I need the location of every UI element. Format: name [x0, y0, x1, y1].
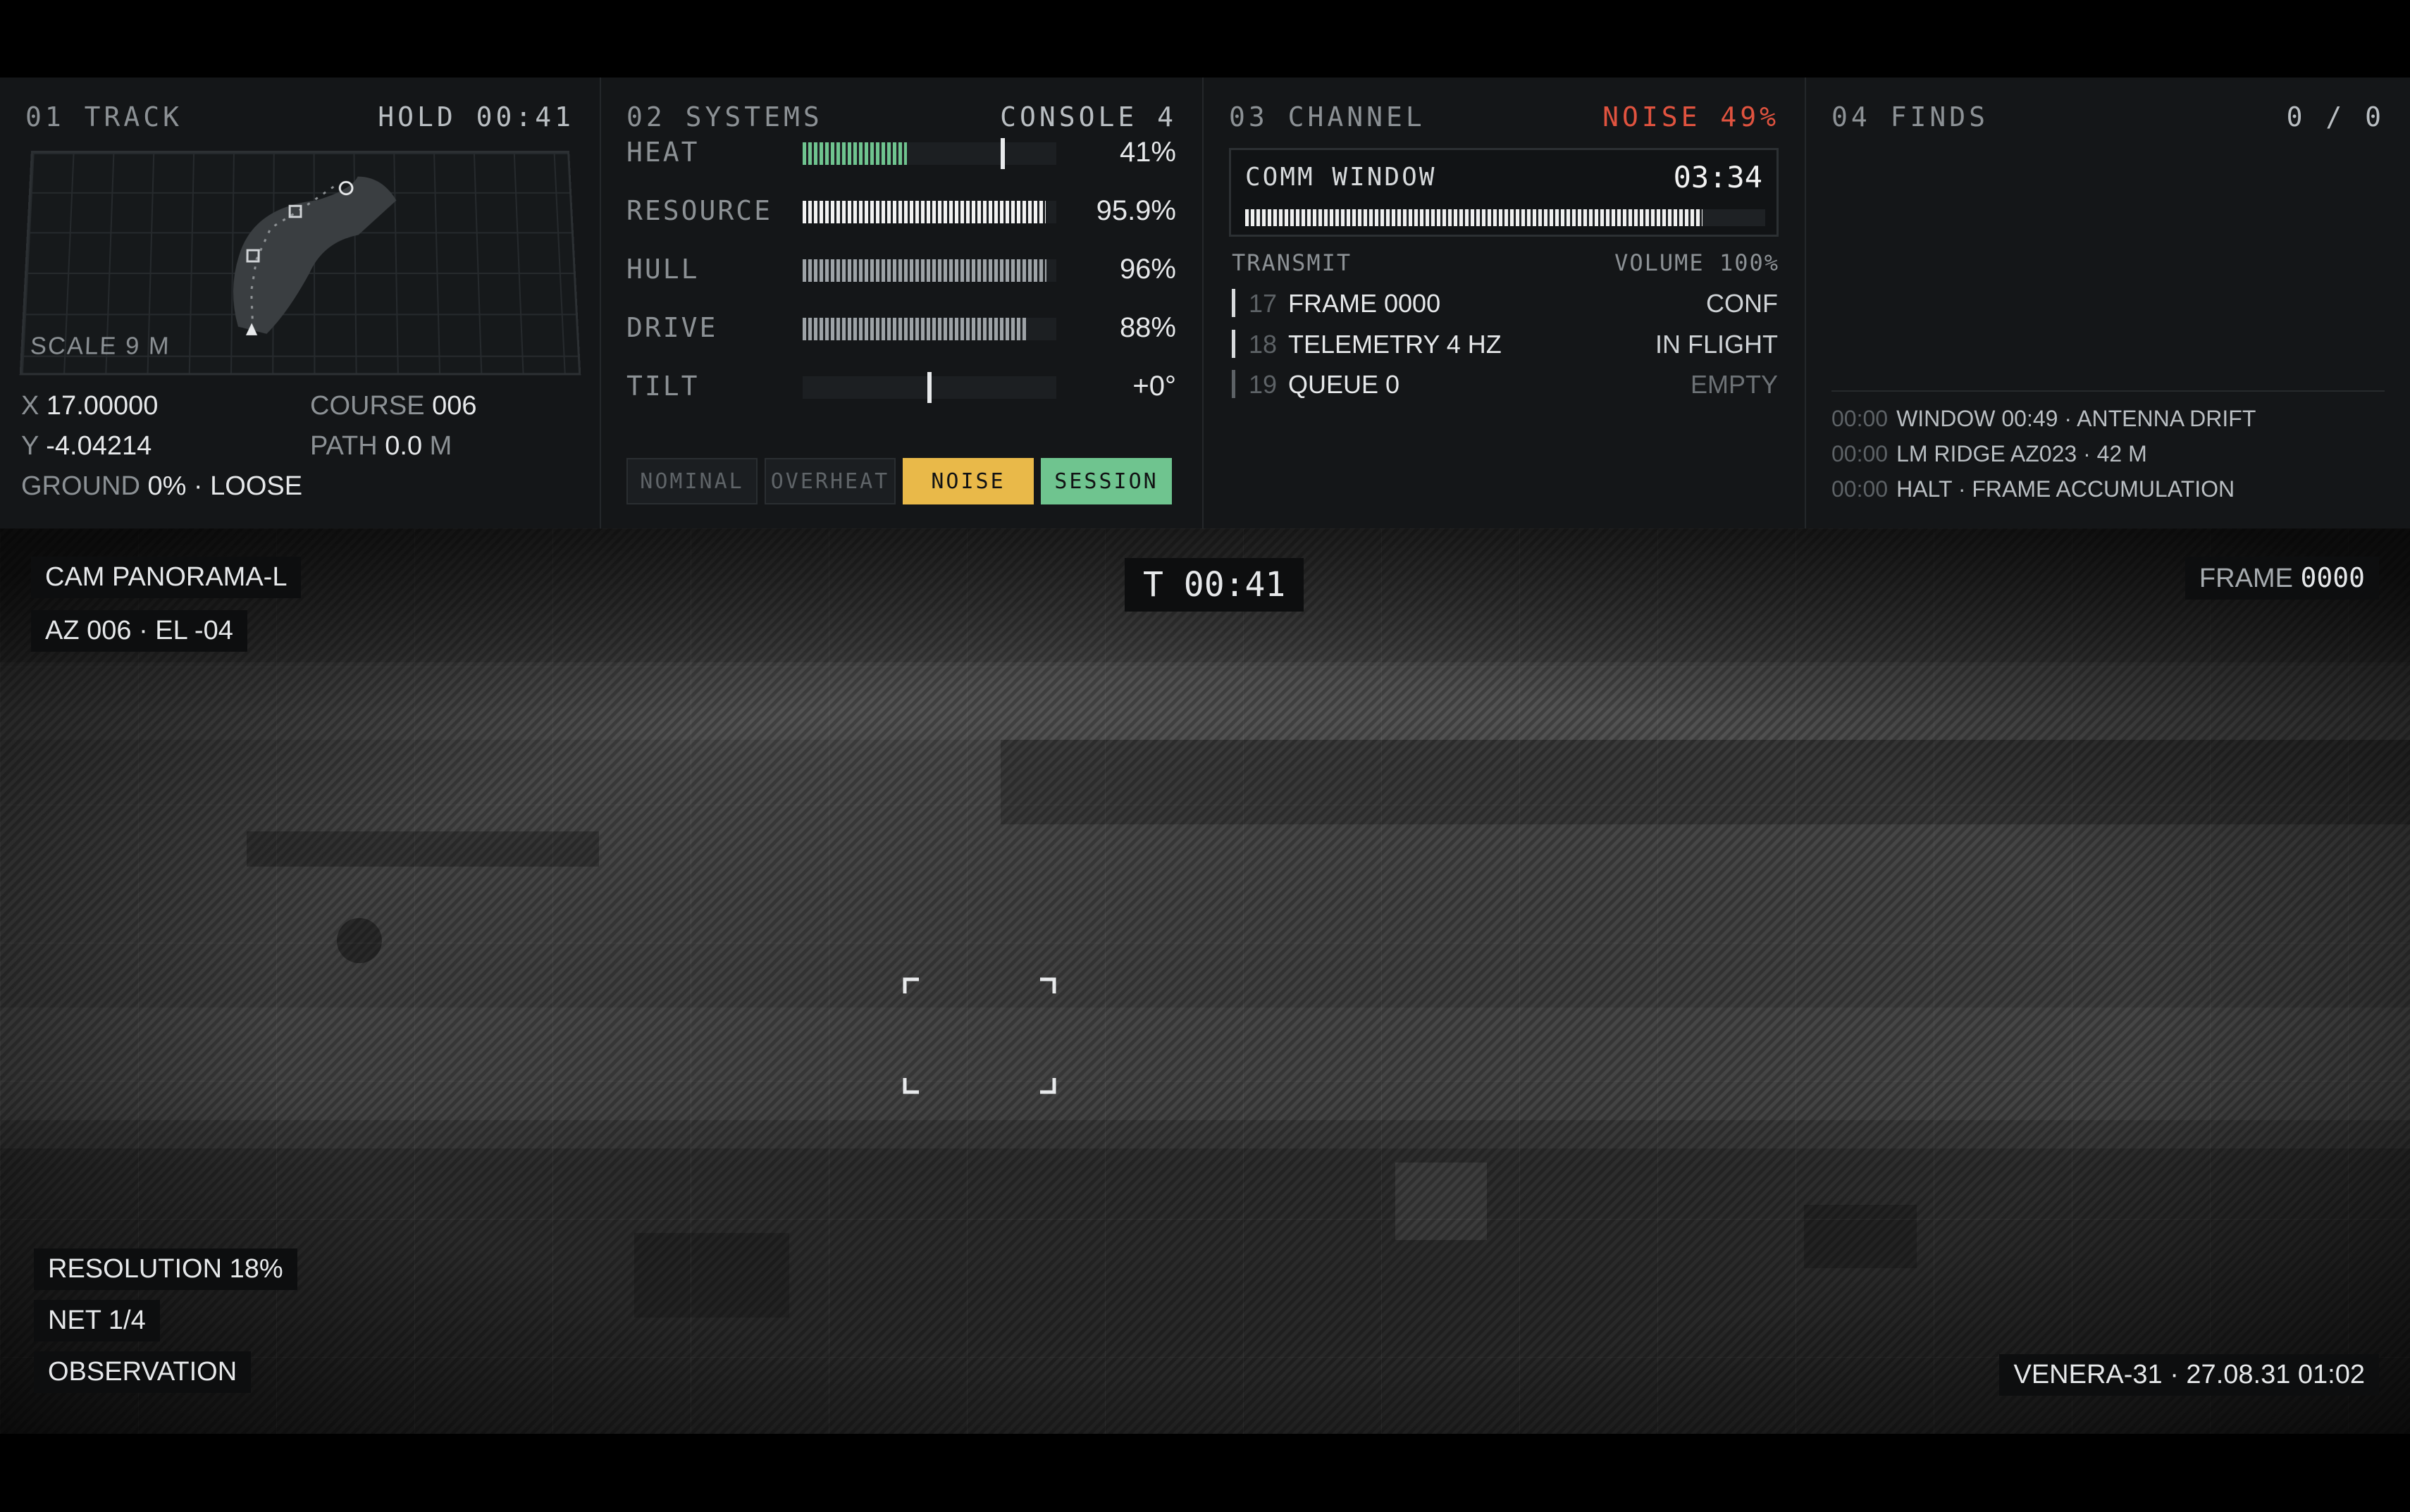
gauge-hull: HULL 96% — [626, 251, 1176, 286]
queue-status: IN FLIGHT — [1655, 330, 1778, 359]
camera-view[interactable]: CAM PANORAMA-L AZ 006 · EL -04 T 00:41 F… — [0, 528, 2410, 1434]
gauge-fill — [803, 142, 907, 165]
gauge-fill — [803, 201, 1046, 223]
terrain-patch — [233, 176, 399, 334]
systems-panel: 02 SYSTEMS CONSOLE 4 HEAT 41% RESOURCE 95.9… — [601, 78, 1204, 528]
gauge-label: HULL — [626, 254, 700, 285]
queue-name: QUEUE 0 — [1288, 370, 1400, 399]
mode-button-nominal[interactable]: NOMINAL — [626, 458, 758, 504]
gauge-fill — [803, 259, 1046, 282]
comm-window-bar — [1245, 209, 1765, 226]
log-text: LM RIDGE AZ023 · 42 M — [1896, 441, 2147, 466]
gauge-bar — [803, 372, 1056, 403]
gauge-value: +0° — [1132, 371, 1176, 402]
gauge-label: DRIVE — [626, 312, 718, 343]
gauge-bar — [803, 138, 1056, 169]
comm-window-label: COMM WINDOW — [1245, 163, 1437, 192]
net-readout: NET 1/4 — [34, 1300, 160, 1341]
track-map[interactable]: SCALE 9 M — [19, 151, 581, 376]
queue-number: 19 — [1249, 370, 1278, 399]
channel-title: 03 CHANNEL — [1229, 101, 1426, 132]
queue-number: 18 — [1249, 330, 1278, 359]
gauge-label: TILT — [626, 371, 700, 402]
frame-counter: FRAME 0000 — [2185, 557, 2379, 600]
queue-number: 17 — [1249, 289, 1278, 318]
bottom-letterbox — [0, 1434, 2410, 1512]
map-scale: SCALE 9 M — [30, 332, 171, 360]
mode-button-session[interactable]: SESSION — [1041, 458, 1172, 504]
finds-divider — [1831, 390, 2385, 392]
queue-marker — [1232, 289, 1235, 317]
finds-panel: 04 FINDS 0 / 0 00:00 WINDOW 00:49 · ANTEN… — [1806, 78, 2410, 528]
log-time: 00:00 — [1831, 476, 1889, 502]
gauge-label: HEAT — [626, 137, 700, 168]
comm-window-fill — [1245, 209, 1703, 226]
console-label: CONSOLE 4 — [1000, 101, 1177, 132]
gauge-resource: RESOURCE 95.9% — [626, 192, 1176, 228]
transmit-label: TRANSMIT — [1232, 249, 1352, 276]
volume-label: VOLUME 100% — [1614, 249, 1779, 276]
queue-item[interactable]: 19 QUEUE 0 EMPTY — [1232, 367, 1778, 404]
hud-panel: 01 TRACK HOLD 00:41 SCALE 9 M X 17.00000… — [0, 78, 2410, 528]
queue-item[interactable]: 18 TELEMETRY 4 HZ IN FLIGHT — [1232, 327, 1778, 364]
queue-name: TELEMETRY 4 HZ — [1288, 330, 1502, 359]
camera-name: CAM PANORAMA-L — [31, 557, 302, 598]
finds-title: 04 FINDS — [1831, 101, 1989, 132]
camera-az-el: AZ 006 · EL -04 — [31, 610, 247, 652]
course-readout: COURSE 006 — [310, 391, 477, 421]
gauge-bar — [803, 318, 1056, 340]
ground-readout: GROUND 0% · LOOSE — [21, 471, 303, 501]
log-text: WINDOW 00:49 · ANTENNA DRIFT — [1896, 406, 2256, 431]
finds-count: 0 / 0 — [2286, 101, 2385, 132]
log-time: 00:00 — [1831, 406, 1889, 431]
queue-status: EMPTY — [1690, 370, 1778, 399]
log-entry: 00:00 LM RIDGE AZ023 · 42 M — [1831, 441, 2147, 467]
gauge-value: 41% — [1119, 137, 1176, 168]
track-title: 01 TRACK — [25, 101, 183, 132]
queue-name: FRAME 0000 — [1288, 289, 1441, 318]
gauge-heat: HEAT 41% — [626, 134, 1176, 169]
gauge-bar — [803, 259, 1056, 282]
channel-panel: 03 CHANNEL NOISE 49% COMM WINDOW 03:34 T… — [1204, 78, 1806, 528]
queue-marker — [1232, 370, 1235, 398]
gauge-tilt: TILT +0° — [626, 368, 1176, 403]
queue-item[interactable]: 17 FRAME 0000 CONF — [1232, 286, 1778, 323]
queue-marker — [1232, 330, 1235, 358]
gauge-value: 95.9% — [1096, 195, 1176, 226]
systems-title: 02 SYSTEMS — [626, 101, 823, 132]
log-time: 00:00 — [1831, 441, 1889, 466]
comm-window: COMM WINDOW 03:34 — [1229, 148, 1779, 237]
gauge-value: 96% — [1119, 254, 1176, 285]
mode-button-noise[interactable]: NOISE — [903, 458, 1034, 504]
path-readout: PATH 0.0 M — [310, 431, 452, 461]
gauge-fill — [803, 318, 1026, 340]
heat-threshold-marker — [1000, 138, 1005, 169]
comm-window-timer: 03:34 — [1673, 160, 1762, 194]
track-status: HOLD 00:41 — [378, 101, 574, 132]
track-panel: 01 TRACK HOLD 00:41 SCALE 9 M X 17.00000… — [0, 78, 601, 528]
queue-status: CONF — [1706, 289, 1778, 318]
noise-level: NOISE 49% — [1602, 101, 1779, 132]
gauge-value: 88% — [1119, 312, 1176, 343]
gauge-label: RESOURCE — [626, 195, 773, 226]
vignette — [0, 528, 2410, 1434]
mission-stamp: VENERA-31 · 27.08.31 01:02 — [1999, 1354, 2379, 1396]
mission-timer: T 00:41 — [1125, 558, 1304, 612]
camera-feed — [0, 528, 2410, 1434]
log-text: HALT · FRAME ACCUMULATION — [1896, 476, 2235, 502]
x-coordinate: X 17.00000 — [21, 391, 159, 421]
gauge-drive: DRIVE 88% — [626, 309, 1176, 345]
resolution-readout: RESOLUTION 18% — [34, 1248, 297, 1290]
top-letterbox — [0, 0, 2410, 78]
y-coordinate: Y -4.04214 — [21, 431, 152, 461]
tilt-indicator — [927, 372, 932, 403]
log-entry: 00:00 HALT · FRAME ACCUMULATION — [1831, 476, 2235, 502]
mode-button-overheat[interactable]: OVERHEAT — [765, 458, 896, 504]
camera-mode: OBSERVATION — [34, 1351, 252, 1393]
gauge-bar — [803, 201, 1056, 223]
log-entry: 00:00 WINDOW 00:49 · ANTENNA DRIFT — [1831, 406, 2256, 432]
